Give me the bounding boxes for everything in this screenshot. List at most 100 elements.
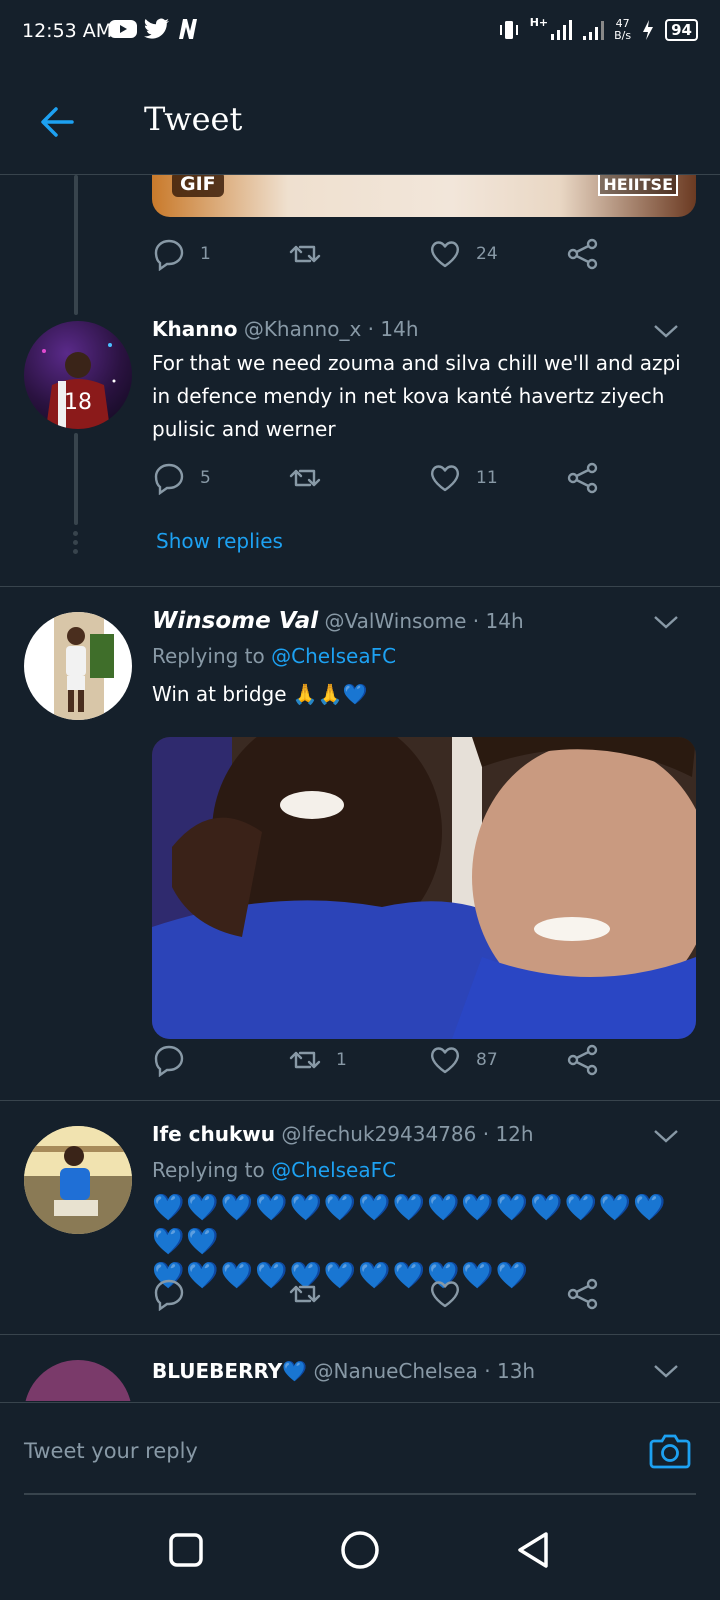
- avatar[interactable]: [24, 1126, 132, 1234]
- heart-icon: [431, 1281, 459, 1308]
- share-button[interactable]: [566, 1043, 600, 1077]
- tweet-time: · 13h: [484, 1359, 536, 1383]
- retweet-icon: [289, 1285, 321, 1303]
- chevron-down-icon[interactable]: [652, 612, 680, 632]
- chevron-down-icon[interactable]: [652, 1361, 680, 1381]
- tweet-actions: 5 11: [152, 461, 622, 501]
- share-button[interactable]: [566, 1277, 600, 1311]
- tweet-text: Win at bridge 🙏🙏💙: [152, 682, 368, 706]
- heart-icon: [431, 465, 459, 492]
- tweet-time: · 14h: [367, 317, 419, 341]
- tweet-actions: 1 87: [152, 1043, 622, 1083]
- share-icon: [567, 462, 598, 494]
- avatar[interactable]: [24, 1360, 132, 1401]
- reply-icon: [154, 463, 184, 495]
- user-handle[interactable]: @Khanno_x: [244, 317, 361, 341]
- display-name[interactable]: Khanno: [152, 317, 237, 341]
- tweet-actions: 1 24: [152, 237, 622, 277]
- gif-media[interactable]: GIF HEIITSE: [152, 175, 696, 217]
- reply-underline: [24, 1493, 696, 1495]
- network-type: H+: [529, 16, 549, 29]
- chevron-down-icon[interactable]: [652, 1126, 680, 1146]
- tweet-actions: [152, 1277, 622, 1317]
- tweet-text-line: 💙💙💙💙💙💙💙💙💙💙💙💙💙💙💙💙💙: [152, 1193, 668, 1257]
- display-name[interactable]: BLUEBERRY💙: [152, 1359, 307, 1383]
- user-handle[interactable]: @NanueChelsea: [314, 1359, 478, 1383]
- display-name[interactable]: Ife chukwu: [152, 1122, 275, 1146]
- share-button[interactable]: [566, 237, 600, 271]
- status-app-icons: [108, 18, 200, 40]
- divider: [0, 1334, 720, 1335]
- thread-line: [74, 175, 78, 315]
- heart-icon: [431, 241, 459, 268]
- retweet-icon: [289, 245, 321, 263]
- page-title: Tweet: [144, 100, 243, 138]
- retweet-icon: [289, 1051, 321, 1069]
- reply-button[interactable]: 5: [152, 461, 211, 495]
- youtube-icon: [109, 20, 137, 38]
- retweet-button[interactable]: [288, 237, 336, 271]
- like-button[interactable]: 11: [428, 461, 498, 495]
- media-watermark: HEIITSE: [598, 175, 678, 196]
- thread-dots: [73, 531, 79, 554]
- tweet-feed[interactable]: GIF HEIITSE 1 24 18 Khanno @Khanno_x · 1…: [0, 175, 720, 1401]
- status-time: 12:53 AM: [22, 20, 113, 42]
- reply-button[interactable]: [152, 1277, 200, 1311]
- like-button[interactable]: [428, 1277, 476, 1311]
- svg-text:18: 18: [64, 390, 92, 415]
- status-bar: 12:53 AM H+ 47 B/s 94: [0, 0, 720, 64]
- retweet-button[interactable]: 1: [288, 1043, 347, 1077]
- back-arrow-icon[interactable]: [36, 100, 80, 144]
- replying-to: Replying to @ChelseaFC: [152, 1158, 397, 1182]
- reply-icon: [154, 239, 184, 271]
- recents-square-icon[interactable]: [162, 1526, 210, 1574]
- like-button[interactable]: 87: [428, 1043, 498, 1077]
- tweet-time: · 12h: [482, 1122, 534, 1146]
- charging-icon: [643, 19, 654, 40]
- replying-to-handle[interactable]: @ChelseaFC: [271, 644, 396, 668]
- network-speed: 47 B/s: [614, 16, 632, 42]
- tweet-photo[interactable]: [152, 737, 696, 1039]
- show-replies-link[interactable]: Show replies: [156, 529, 283, 553]
- signal-icon: [551, 19, 573, 40]
- reply-input[interactable]: Tweet your reply: [24, 1439, 198, 1463]
- share-button[interactable]: [566, 461, 600, 495]
- divider: [0, 586, 720, 587]
- status-indicators: H+ 47 B/s 94: [498, 16, 698, 43]
- reply-icon: [154, 1045, 184, 1077]
- back-triangle-icon[interactable]: [510, 1526, 558, 1574]
- system-nav-bar: [0, 1500, 720, 1600]
- tweet-time: · 14h: [472, 609, 524, 633]
- avatar[interactable]: [24, 612, 132, 720]
- reply-button[interactable]: [152, 1043, 200, 1077]
- user-handle[interactable]: @ValWinsome: [324, 609, 466, 633]
- signal-2-icon: [583, 20, 605, 40]
- avatar[interactable]: 18: [24, 321, 132, 429]
- tweet-header: BLUEBERRY💙 @NanueChelsea · 13h: [152, 1359, 535, 1383]
- person-photo-icon: [24, 1126, 132, 1234]
- user-handle[interactable]: @Ifechuk29434786: [281, 1122, 476, 1146]
- home-circle-icon[interactable]: [336, 1526, 384, 1574]
- share-icon: [567, 1278, 598, 1310]
- tweet-header: Ife chukwu @Ifechuk29434786 · 12h: [152, 1122, 534, 1146]
- tweet-header: Khanno @Khanno_x · 14h: [152, 317, 419, 341]
- chevron-down-icon[interactable]: [652, 321, 680, 341]
- retweet-button[interactable]: [288, 461, 336, 495]
- camera-icon[interactable]: [648, 1429, 692, 1473]
- reply-icon: [154, 1279, 184, 1311]
- reply-composer: Tweet your reply: [0, 1402, 720, 1499]
- display-name[interactable]: Winsome Val: [152, 608, 318, 634]
- thread-line: [74, 433, 78, 525]
- retweet-button[interactable]: [288, 1277, 336, 1311]
- selfie-photo: [152, 737, 696, 1039]
- twitter-icon: [144, 18, 169, 39]
- like-button[interactable]: 24: [428, 237, 498, 271]
- tweet-text: For that we need zouma and silva chill w…: [152, 351, 681, 441]
- replying-to-handle[interactable]: @ChelseaFC: [271, 1158, 396, 1182]
- reply-button[interactable]: 1: [152, 237, 211, 271]
- tweet-header: Winsome Val @ValWinsome · 14h: [152, 608, 524, 634]
- heart-icon: [431, 1047, 459, 1074]
- app-header: Tweet: [0, 64, 720, 175]
- vibrate-icon: [499, 20, 518, 39]
- replying-to: Replying to @ChelseaFC: [152, 644, 397, 668]
